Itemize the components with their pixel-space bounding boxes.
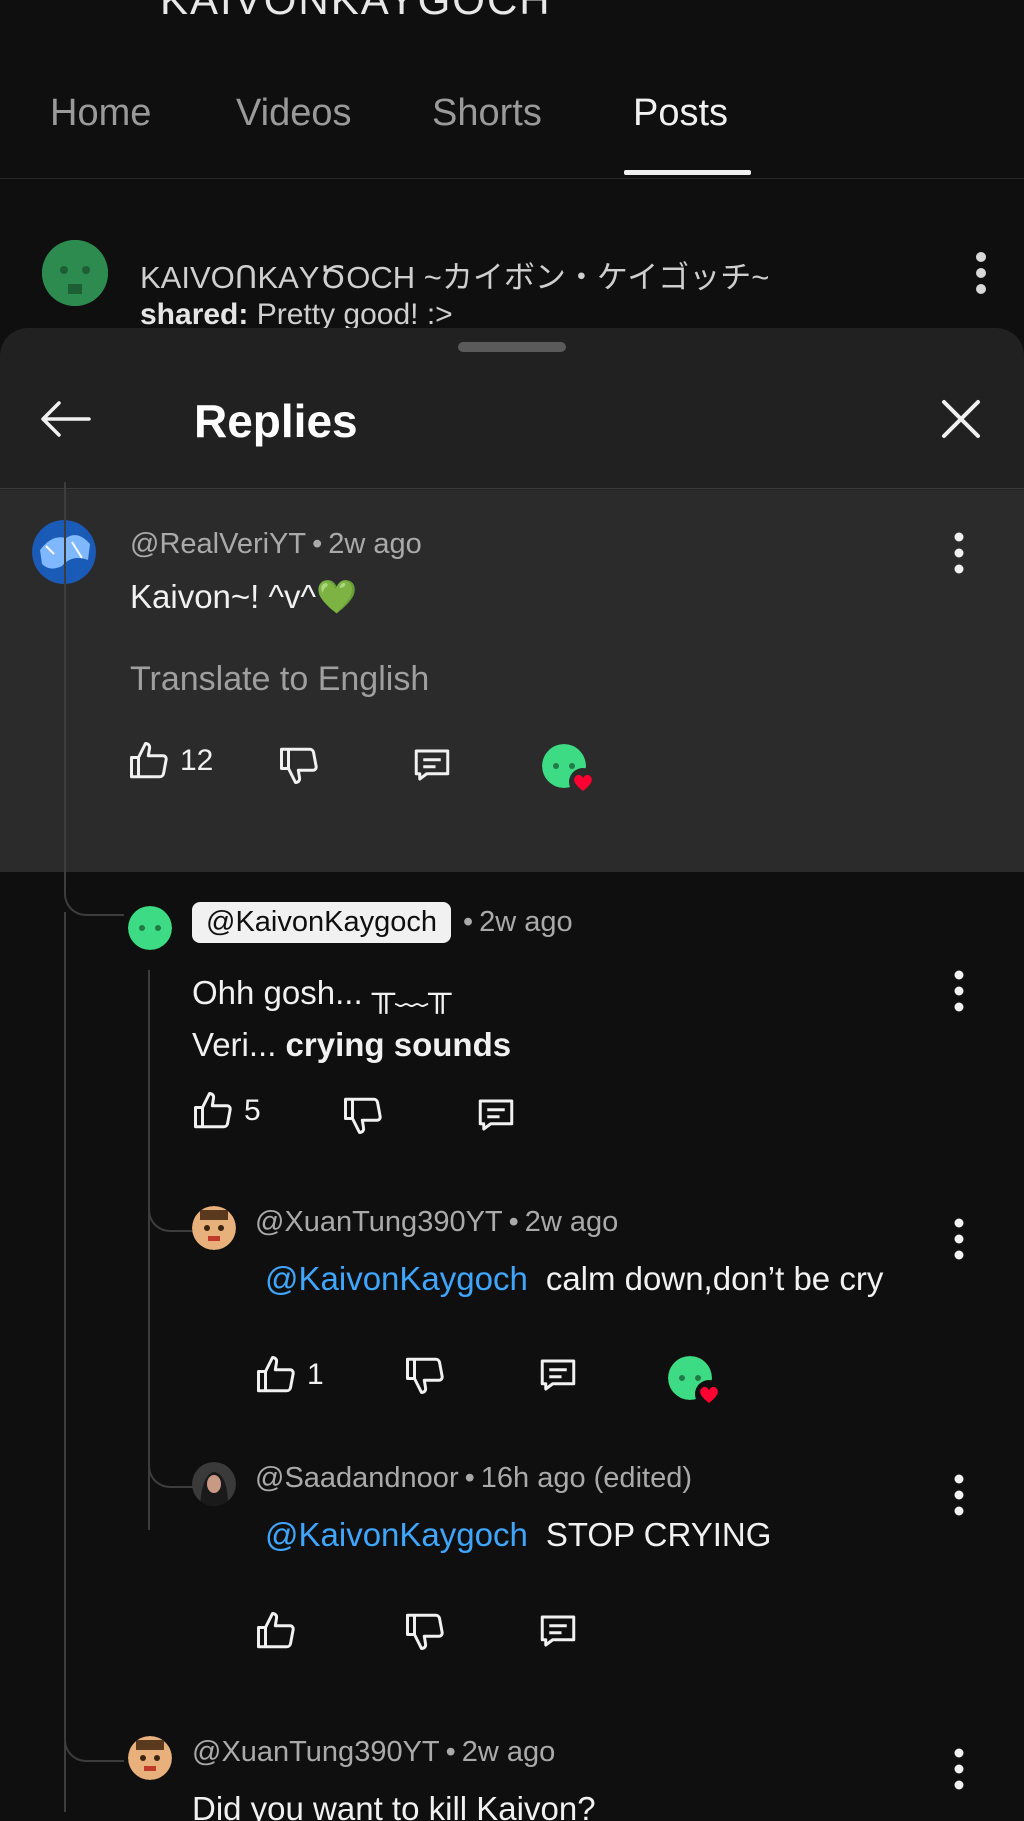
- reply-text-line1: Ohh gosh... ╥﹏╥: [192, 974, 452, 1011]
- post-more-icon[interactable]: [971, 250, 991, 296]
- parent-comment: @RealVeriYT • 2w ago Kaivon~! ^v^💚 Transla…: [0, 490, 1024, 872]
- comment-time: 2w ago: [328, 528, 422, 560]
- separator: •: [445, 1736, 456, 1768]
- thumbs-down-icon: [404, 1354, 446, 1396]
- dislike-button[interactable]: [404, 1610, 446, 1652]
- reply-more-icon[interactable]: [949, 1746, 969, 1792]
- thread-connector: [64, 872, 124, 916]
- reply-button[interactable]: [410, 744, 454, 786]
- sheet-title: Replies: [194, 395, 358, 447]
- like-button[interactable]: [255, 1610, 297, 1652]
- reply-icon: [410, 744, 454, 786]
- like-count: 5: [244, 1094, 261, 1127]
- mention-link[interactable]: @KaivonKaygoch: [265, 1260, 528, 1297]
- post-shared-text: shared: Pretty good! :>: [140, 298, 453, 332]
- like-count: 1: [307, 1358, 324, 1391]
- thumbs-up-icon: [192, 1090, 234, 1132]
- comment-text: Kaivon~! ^v^💚: [130, 578, 358, 615]
- thumbs-down-icon: [404, 1610, 446, 1652]
- reply-time: 2w ago: [461, 1736, 556, 1768]
- reply-meta: @XuanTung390YT • 2w ago: [192, 1736, 555, 1769]
- separator: •: [462, 906, 474, 938]
- drag-handle[interactable]: [458, 342, 566, 352]
- post-channel-avatar[interactable]: [42, 240, 108, 306]
- reply-time: 2w ago: [479, 906, 573, 938]
- dislike-button[interactable]: [342, 1094, 384, 1136]
- reply-time: 2w ago: [524, 1206, 619, 1238]
- comment-more-icon[interactable]: [949, 530, 969, 576]
- tab-shorts[interactable]: Shorts: [432, 92, 542, 135]
- heart-icon: [694, 1380, 724, 1408]
- reply-avatar[interactable]: [192, 1462, 236, 1506]
- reply-handle[interactable]: @XuanTung390YT: [192, 1736, 440, 1768]
- like-button[interactable]: 12: [128, 740, 213, 782]
- reply-text-bold: crying sounds: [285, 1026, 512, 1063]
- reply-handle[interactable]: @Saadandnoor: [255, 1462, 459, 1494]
- comment-meta: @RealVeriYT • 2w ago: [130, 528, 422, 561]
- back-arrow-icon[interactable]: [36, 390, 94, 448]
- reply-button[interactable]: [536, 1354, 580, 1396]
- reply-text: @KaivonKaygoch STOP CRYING: [265, 1512, 771, 1558]
- like-count: 12: [180, 744, 214, 777]
- reply-handle[interactable]: @XuanTung390YT: [255, 1206, 503, 1238]
- tab-videos[interactable]: Videos: [236, 92, 352, 135]
- like-button[interactable]: 1: [255, 1354, 324, 1396]
- reply-more-icon[interactable]: [949, 1472, 969, 1518]
- reply-avatar[interactable]: [192, 1206, 236, 1250]
- post-channel-name[interactable]: KΑIVOՈKΑYԾOCH ~カイボン・ケイゴッチ~: [140, 252, 769, 297]
- thread-connector: [64, 1652, 124, 1762]
- thumbs-up-icon: [128, 740, 170, 782]
- reply-more-icon[interactable]: [949, 1216, 969, 1262]
- reply-text: Did you want to kill Kaivon?: [192, 1790, 596, 1821]
- reply-more-icon[interactable]: [949, 968, 969, 1014]
- reply-text-plain: Veri...: [192, 1026, 286, 1063]
- reply-button[interactable]: [536, 1610, 580, 1652]
- creator-handle-chip[interactable]: @KaivonKaygoch: [192, 902, 451, 943]
- tab-posts[interactable]: Posts: [633, 92, 728, 135]
- separator: •: [464, 1462, 475, 1494]
- reply-text-body: calm down,don’t be cry: [545, 1260, 884, 1297]
- heart-icon: [568, 768, 598, 796]
- reply-avatar[interactable]: [128, 906, 172, 950]
- thread-line: [64, 482, 66, 872]
- thumbs-up-icon: [255, 1354, 297, 1396]
- reply-meta: @Saadandnoor • 16h ago (edited): [255, 1462, 692, 1495]
- channel-tabs: Home Videos Shorts Posts: [0, 74, 1024, 179]
- mention-link[interactable]: @KaivonKaygoch: [265, 1516, 528, 1553]
- tab-home[interactable]: Home: [50, 92, 151, 135]
- reply-icon: [474, 1094, 518, 1136]
- reply-meta: @KaivonKaygoch • 2w ago: [192, 902, 573, 943]
- top-app-bar: KAIVONKAYGOCH: [0, 0, 1024, 20]
- close-icon[interactable]: [936, 394, 986, 444]
- thumbs-down-icon: [278, 744, 320, 786]
- replies-header: Replies: [0, 358, 1024, 489]
- reply-text: @KaivonKaygoch calm down,don’t be cry: [265, 1256, 883, 1302]
- channel-title: KAIVONKAYGOCH: [160, 0, 552, 20]
- reply-time: 16h ago (edited): [480, 1462, 692, 1494]
- thumbs-down-icon: [342, 1094, 384, 1136]
- active-tab-indicator: [624, 170, 751, 175]
- replies-list: @KaivonKaygoch • 2w ago Ohh gosh... ╥﹏╥ Ve…: [0, 482, 1024, 1821]
- dislike-button[interactable]: [404, 1354, 446, 1396]
- shared-label: shared:: [140, 298, 249, 331]
- thumbs-up-icon: [255, 1610, 297, 1652]
- replies-sheet: Replies @RealVeriYT • 2w ago Kaivon~! ^v^💚…: [0, 328, 1024, 1821]
- reply-avatar[interactable]: [128, 1736, 172, 1780]
- dislike-button[interactable]: [278, 744, 320, 786]
- separator: •: [312, 528, 323, 560]
- separator: •: [508, 1206, 519, 1238]
- reply-text-line2: Veri... crying sounds: [192, 1022, 511, 1068]
- shared-text: Pretty good! :>: [256, 298, 453, 331]
- reply-meta: @XuanTung390YT • 2w ago: [255, 1206, 618, 1239]
- comment-handle[interactable]: @RealVeriYT: [130, 528, 306, 560]
- reply-icon: [536, 1354, 580, 1396]
- like-button[interactable]: 5: [192, 1090, 261, 1132]
- reply-text-body: STOP CRYING: [545, 1516, 772, 1553]
- translate-link[interactable]: Translate to English: [130, 660, 429, 699]
- reply-button[interactable]: [474, 1094, 518, 1136]
- reply-icon: [536, 1610, 580, 1652]
